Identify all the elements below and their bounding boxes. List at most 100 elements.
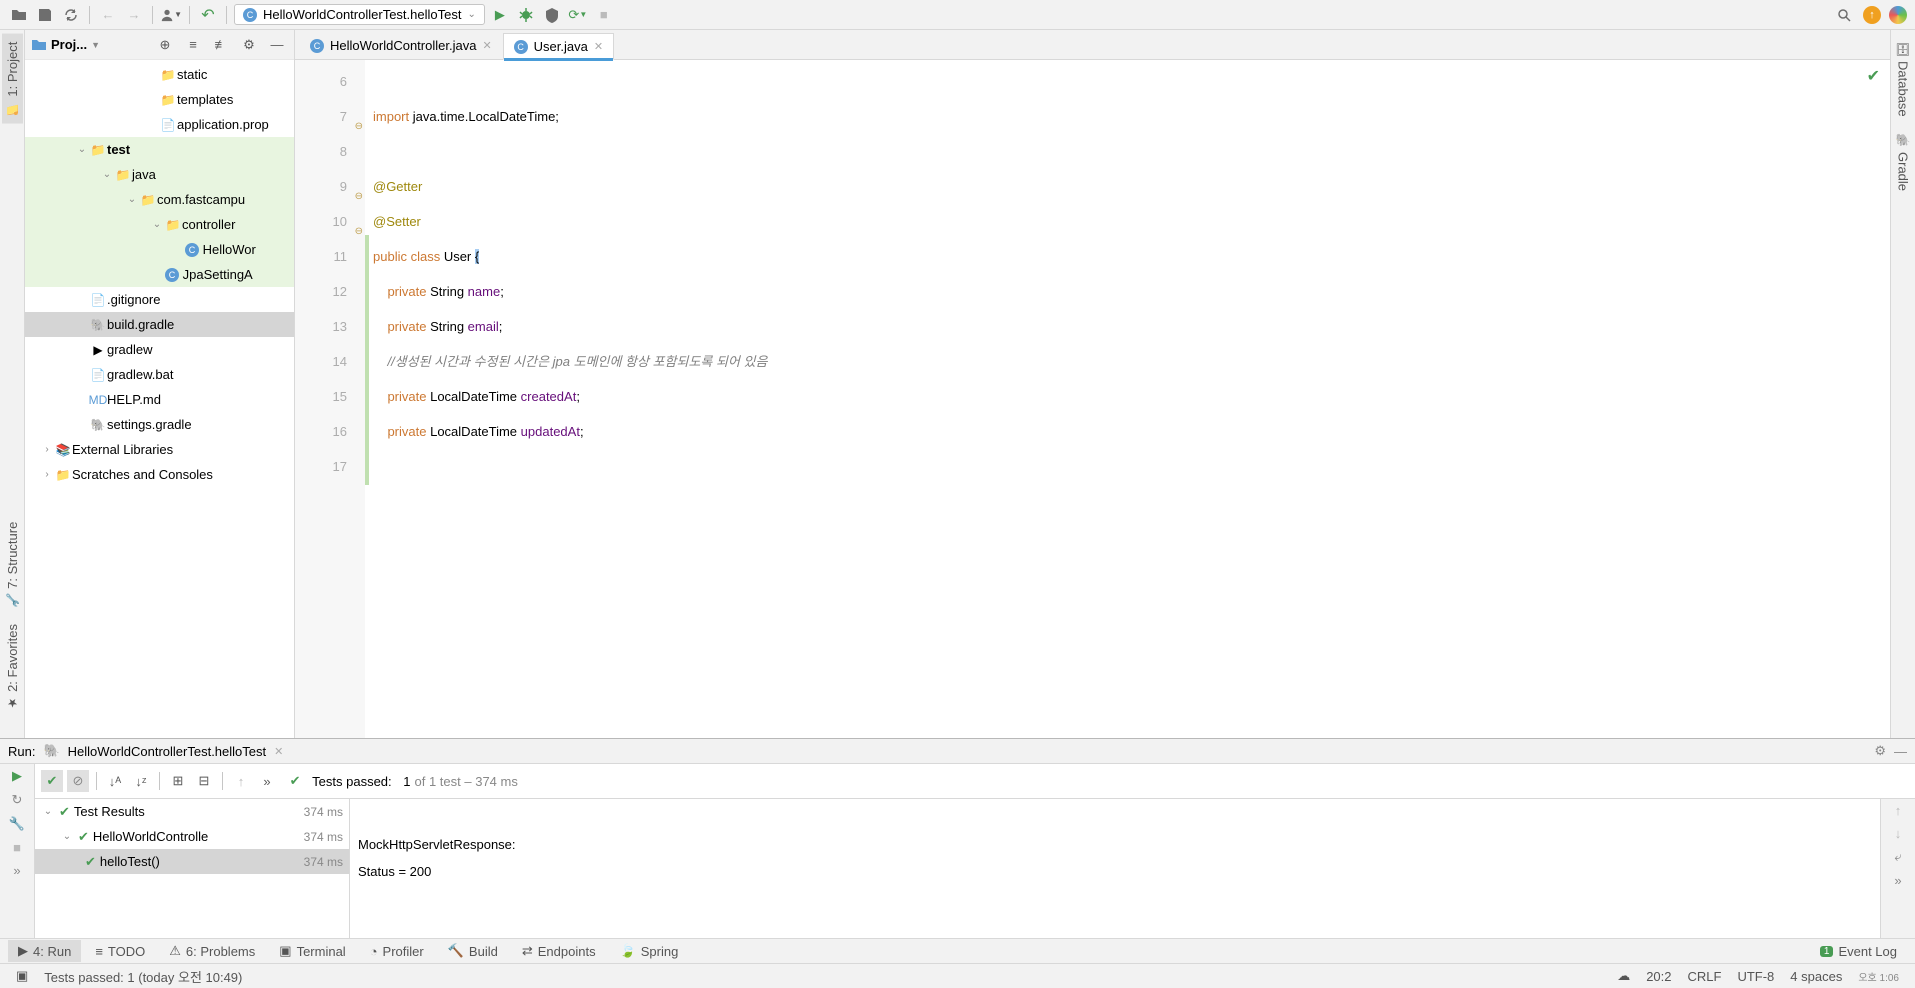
database-tool-tab[interactable]: 🗄 Database: [1893, 34, 1914, 125]
debug-icon[interactable]: [515, 4, 537, 26]
run-header: Run: 🐘 HelloWorldControllerTest.helloTes…: [0, 739, 1915, 764]
status-message: Tests passed: 1 (today 오전 10:49): [44, 967, 242, 986]
bottom-tab-spring[interactable]: 🍃 Spring: [610, 940, 689, 962]
open-icon[interactable]: [8, 4, 30, 26]
project-tool-tab[interactable]: 📁 1: Project: [2, 34, 23, 124]
sync-status-icon[interactable]: ☁: [1617, 968, 1630, 984]
right-tool-stripe: 🗄 Database 🐘 Gradle: [1890, 30, 1915, 738]
toggle-icon[interactable]: 🔧: [9, 816, 25, 832]
tree-node-static[interactable]: 📁static: [25, 62, 294, 87]
profile-icon[interactable]: ⟳▼: [567, 4, 589, 26]
favorites-tool-tab[interactable]: ★ 2: Favorites: [2, 616, 23, 718]
tree-node-hello[interactable]: C HelloWor: [25, 237, 294, 262]
tree-node-helpmd[interactable]: MDHELP.md: [25, 387, 294, 412]
update-icon[interactable]: ↑: [1863, 6, 1881, 24]
run-config-selector[interactable]: C HelloWorldControllerTest.helloTest ⌄: [234, 4, 485, 25]
rerun-icon[interactable]: ▶: [12, 768, 22, 784]
sync-icon[interactable]: [60, 4, 82, 26]
bottom-tab-todo[interactable]: ≡ TODO: [85, 941, 155, 962]
show-ignored-icon[interactable]: ⊘: [67, 770, 89, 792]
tree-node-appprops[interactable]: 📄application.prop: [25, 112, 294, 137]
bottom-tab-profiler[interactable]: ◔ Profiler: [360, 941, 434, 962]
tree-node-templates[interactable]: 📁templates: [25, 87, 294, 112]
close-icon[interactable]: ✕: [594, 40, 603, 53]
tree-node-pkg[interactable]: ⌄📁com.fastcampu: [25, 187, 294, 212]
softwrap-icon[interactable]: ⤶: [1894, 849, 1901, 865]
gear-icon[interactable]: ⚙: [1874, 743, 1886, 759]
more3-icon[interactable]: »: [1894, 873, 1901, 888]
test-output[interactable]: MockHttpServletResponse: Status = 200: [350, 799, 1880, 938]
code-content[interactable]: ✔ import java.time.LocalDateTime; @Gette…: [365, 60, 1890, 738]
sort-icon[interactable]: ↓ᴬ: [104, 770, 126, 792]
tab-user[interactable]: CUser.java✕: [503, 33, 614, 60]
back-icon[interactable]: ←: [97, 4, 119, 26]
gear-icon[interactable]: ⚙: [238, 34, 260, 56]
tree-node-java[interactable]: ⌄📁java: [25, 162, 294, 187]
tab-hellocontroller[interactable]: CHelloWorldController.java✕: [299, 32, 503, 59]
bottom-tab-build[interactable]: 🔨 Build: [438, 940, 508, 962]
tree-node-settingsgradle[interactable]: 🐘settings.gradle: [25, 412, 294, 437]
gutter: 6 7⊖ 8 9⊖ 10⊖ 11 12 13 14 15 16 17: [295, 60, 365, 738]
forward-icon[interactable]: →: [123, 4, 145, 26]
tree-node-gradlew[interactable]: ▶gradlew: [25, 337, 294, 362]
test-root[interactable]: ⌄✔Test Results374 ms: [35, 799, 349, 824]
search-icon[interactable]: [1833, 4, 1855, 26]
bottom-tab-problems[interactable]: ⚠ 6: Problems: [159, 940, 265, 962]
gradle-tool-tab[interactable]: 🐘 Gradle: [1893, 125, 1914, 199]
undo-icon[interactable]: ↶: [197, 4, 219, 26]
bottom-toolbar: ▶ 4: Run ≡ TODO ⚠ 6: Problems ▣ Terminal…: [0, 938, 1915, 963]
code-editor[interactable]: 6 7⊖ 8 9⊖ 10⊖ 11 12 13 14 15 16 17 ✔ imp…: [295, 60, 1890, 738]
ide-icon[interactable]: [1889, 6, 1907, 24]
stop-icon[interactable]: ■: [13, 840, 21, 855]
more-icon[interactable]: »: [13, 863, 20, 878]
bottom-tab-terminal[interactable]: ▣ Terminal: [269, 940, 355, 962]
tree-node-gitignore[interactable]: 📄.gitignore: [25, 287, 294, 312]
encoding[interactable]: UTF-8: [1737, 969, 1774, 984]
collapse-icon[interactable]: ≢: [210, 34, 232, 56]
down-nav-icon[interactable]: ↓: [1895, 826, 1902, 841]
user-icon[interactable]: ▼: [160, 4, 182, 26]
caret-position[interactable]: 20:2: [1646, 969, 1671, 984]
more2-icon[interactable]: »: [256, 770, 278, 792]
class-icon: C: [243, 8, 257, 22]
expand-all-icon[interactable]: ⊞: [167, 770, 189, 792]
close-icon[interactable]: ✕: [482, 39, 491, 52]
bottom-tab-run[interactable]: ▶ 4: Run: [8, 940, 81, 962]
up-icon[interactable]: ↑: [230, 770, 252, 792]
bottom-tab-endpoints[interactable]: ⇄ Endpoints: [512, 940, 606, 962]
tree-node-extlibs[interactable]: ›📚External Libraries: [25, 437, 294, 462]
inspection-ok-icon[interactable]: ✔: [1867, 66, 1880, 86]
run-config-name: HelloWorldControllerTest.helloTest: [68, 744, 266, 759]
tree-node-buildgradle[interactable]: 🐘build.gradle: [25, 312, 294, 337]
hide-icon[interactable]: —: [266, 34, 288, 56]
rerun-failed-icon[interactable]: ↻: [12, 792, 23, 808]
bottom-tab-eventlog[interactable]: 1 Event Log: [1810, 941, 1907, 962]
structure-tool-tab[interactable]: 🔧 7: Structure: [2, 514, 23, 616]
collapse-all-icon[interactable]: ⊟: [193, 770, 215, 792]
test-case[interactable]: ✔helloTest()374 ms: [35, 849, 349, 874]
coverage-icon[interactable]: [541, 4, 563, 26]
test-tree[interactable]: ⌄✔Test Results374 ms ⌄✔HelloWorldControl…: [35, 799, 350, 938]
up-nav-icon[interactable]: ↑: [1895, 803, 1902, 818]
project-tree[interactable]: 📁static 📁templates 📄application.prop ⌄📁t…: [25, 60, 294, 738]
tree-node-gradlewbat[interactable]: 📄gradlew.bat: [25, 362, 294, 387]
run-left-toolbar: ▶ ↻ 🔧 ■ »: [0, 764, 35, 938]
hide-icon[interactable]: —: [1894, 744, 1907, 759]
close-icon[interactable]: ✕: [274, 745, 283, 758]
expand-icon[interactable]: ≡: [182, 34, 204, 56]
tree-node-jpa[interactable]: C JpaSettingA: [25, 262, 294, 287]
tree-node-scratches[interactable]: ›📁Scratches and Consoles: [25, 462, 294, 487]
project-header: Proj...▼ ⊕ ≡ ≢ ⚙ —: [25, 30, 294, 60]
indent[interactable]: 4 spaces: [1790, 969, 1842, 984]
status-tool-icon[interactable]: ▣: [16, 968, 28, 984]
line-separator[interactable]: CRLF: [1688, 969, 1722, 984]
tree-node-controller[interactable]: ⌄📁controller: [25, 212, 294, 237]
stop-icon[interactable]: ■: [593, 4, 615, 26]
test-suite[interactable]: ⌄✔HelloWorldControlle374 ms: [35, 824, 349, 849]
sort2-icon[interactable]: ↓ᶻ: [130, 770, 152, 792]
run-icon[interactable]: ▶: [489, 4, 511, 26]
locate-icon[interactable]: ⊕: [154, 34, 176, 56]
save-icon[interactable]: [34, 4, 56, 26]
tree-node-test[interactable]: ⌄📁test: [25, 137, 294, 162]
show-passed-icon[interactable]: ✔: [41, 770, 63, 792]
